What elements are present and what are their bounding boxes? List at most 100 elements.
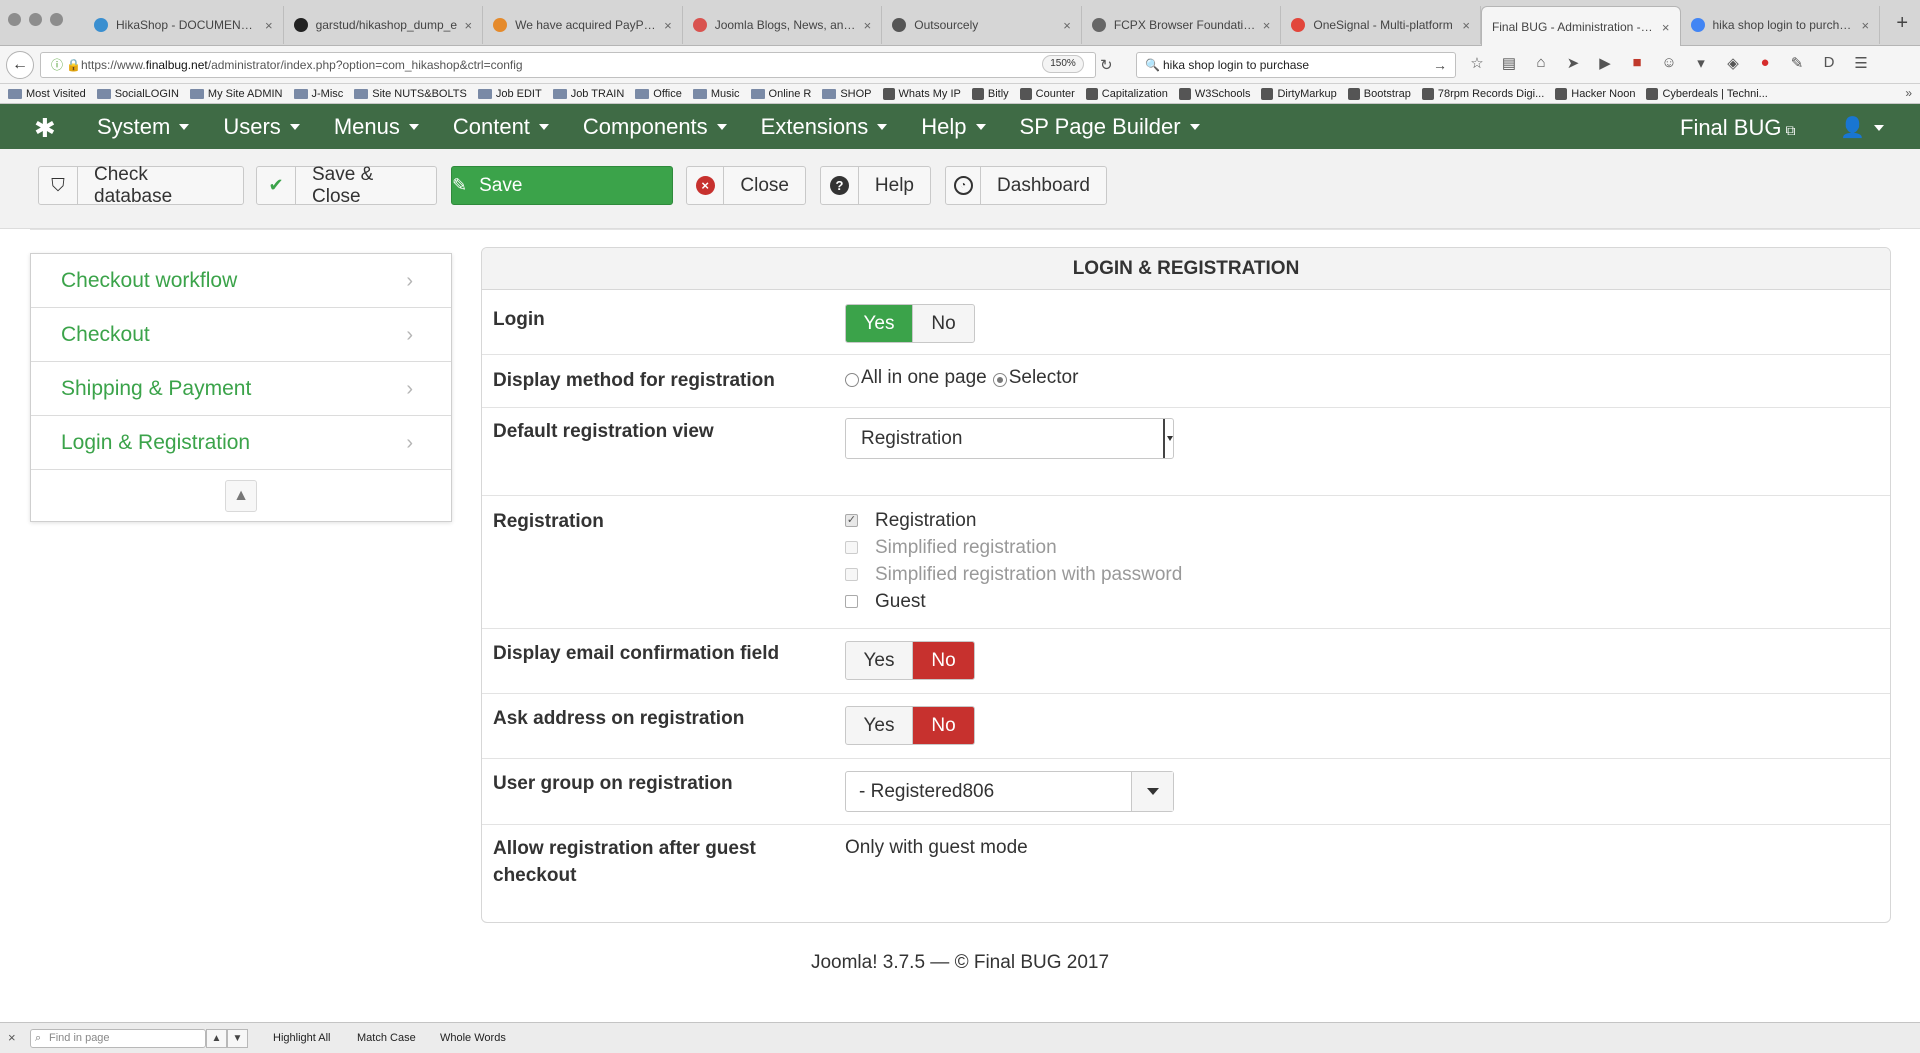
- highlight-all-option[interactable]: Highlight All: [273, 1032, 330, 1044]
- menu-help[interactable]: Help: [921, 114, 986, 140]
- menu-users[interactable]: Users: [223, 114, 300, 140]
- browser-tab[interactable]: Outsourcely ×: [882, 6, 1082, 44]
- close-window-button[interactable]: [8, 13, 21, 26]
- bookmark-item[interactable]: Job EDIT: [477, 88, 542, 100]
- tab-active[interactable]: Final BUG - Administration - Co ×: [1480, 6, 1681, 47]
- login-yes-button[interactable]: Yes: [846, 305, 913, 342]
- dropdown-arrow-icon[interactable]: [1131, 772, 1173, 811]
- send-icon[interactable]: ➤: [1564, 54, 1582, 72]
- menu-components[interactable]: Components: [583, 114, 727, 140]
- bookmark-item[interactable]: J-Misc: [293, 88, 343, 100]
- radio-selector[interactable]: [992, 373, 1007, 387]
- user-group-select[interactable]: - Registered806: [845, 771, 1174, 812]
- bookmark-item[interactable]: My Site ADMIN: [189, 88, 283, 100]
- sidebar-item-shipping-payment[interactable]: Shipping & Payment ›: [31, 362, 451, 416]
- tab-close-icon[interactable]: ×: [465, 18, 473, 33]
- browser-tab[interactable]: OneSignal - Multi-platform ×: [1281, 6, 1481, 44]
- email-confirm-no-button[interactable]: No: [913, 642, 974, 679]
- match-case-option[interactable]: Match Case: [357, 1032, 416, 1044]
- tab-close-icon[interactable]: ×: [1462, 18, 1470, 33]
- save-button[interactable]: ✎ Save: [451, 166, 673, 205]
- joomla-logo-icon[interactable]: ✱: [34, 113, 56, 144]
- sidebar-item-login-registration[interactable]: Login & Registration ›: [31, 416, 451, 470]
- bookmark-item[interactable]: Job TRAIN: [552, 88, 624, 100]
- tab-close-icon[interactable]: ×: [1861, 18, 1869, 33]
- collapse-sidebar-icon[interactable]: ▲: [225, 480, 257, 512]
- browser-tab[interactable]: We have acquired PayPlan ×: [483, 6, 683, 44]
- bookmark-item[interactable]: DirtyMarkup: [1261, 87, 1337, 100]
- bookmark-item[interactable]: Bitly: [971, 87, 1009, 100]
- ask-address-yes-button[interactable]: Yes: [846, 707, 913, 744]
- menu-sp-page-builder[interactable]: SP Page Builder: [1020, 114, 1200, 140]
- help-button[interactable]: ? Help: [820, 166, 931, 205]
- bookmark-item[interactable]: Office: [635, 88, 682, 100]
- bookmark-item[interactable]: Bootstrap: [1347, 87, 1411, 100]
- whole-words-option[interactable]: Whole Words: [440, 1032, 506, 1044]
- default-view-select[interactable]: Registration: [845, 418, 1174, 459]
- tab-close-icon[interactable]: ×: [265, 18, 273, 33]
- menu-content[interactable]: Content: [453, 114, 549, 140]
- bookmark-item[interactable]: 78rpm Records Digi...: [1421, 87, 1544, 100]
- sidebar-item-checkout-workflow[interactable]: Checkout workflow ›: [31, 254, 451, 308]
- url-bar[interactable]: ⓘ 🔒 https://www.finalbug.net/administrat…: [40, 52, 1096, 78]
- bookmark-star-icon[interactable]: ☆: [1468, 54, 1486, 72]
- menu-extensions[interactable]: Extensions: [761, 114, 888, 140]
- bookmark-item[interactable]: Site NUTS&BOLTS: [354, 88, 467, 100]
- hamburger-menu-icon[interactable]: ☰: [1852, 54, 1870, 72]
- login-no-button[interactable]: No: [913, 305, 974, 342]
- tab-close-icon[interactable]: ×: [664, 18, 672, 33]
- overflow-chevron-icon[interactable]: ▾: [1692, 54, 1710, 72]
- bookmark-item[interactable]: Capitalization: [1085, 87, 1168, 100]
- tab-close-icon[interactable]: ×: [864, 18, 872, 33]
- close-button[interactable]: × Close: [686, 166, 806, 205]
- browser-tab[interactable]: Joomla Blogs, News, and E ×: [683, 6, 883, 44]
- find-input[interactable]: ⌕ Find in page: [30, 1029, 206, 1048]
- extension-emoji-icon[interactable]: ☺: [1660, 54, 1678, 72]
- search-go-icon[interactable]: →: [1433, 53, 1447, 77]
- ask-address-no-button[interactable]: No: [913, 707, 974, 744]
- email-confirm-yes-button[interactable]: Yes: [846, 642, 913, 679]
- back-button[interactable]: ←: [6, 51, 34, 79]
- bookmark-item[interactable]: SHOP: [822, 88, 872, 100]
- tab-close-icon[interactable]: ×: [1063, 18, 1071, 33]
- bookmark-item[interactable]: Hacker Noon: [1555, 87, 1635, 100]
- bookmark-item[interactable]: Most Visited: [8, 88, 86, 100]
- bookmark-item[interactable]: Whats My IP: [882, 87, 961, 100]
- sidebar-item-checkout[interactable]: Checkout ›: [31, 308, 451, 362]
- tab-close-icon[interactable]: ×: [1662, 20, 1670, 35]
- menu-menus[interactable]: Menus: [334, 114, 419, 140]
- browser-tab[interactable]: HikaShop - DOCUMENTATI ×: [84, 6, 284, 44]
- dashlane-icon[interactable]: D: [1820, 54, 1838, 72]
- check-database-button[interactable]: ⛉ Check database: [38, 164, 244, 207]
- new-tab-button[interactable]: +: [1896, 12, 1908, 35]
- home-icon[interactable]: ⌂: [1532, 54, 1550, 72]
- bookmark-item[interactable]: W3Schools: [1178, 87, 1250, 100]
- tab-close-icon[interactable]: ×: [1263, 18, 1271, 33]
- zoom-indicator[interactable]: 150%: [1042, 55, 1084, 73]
- checkbox[interactable]: [845, 595, 858, 608]
- bookmarks-overflow-icon[interactable]: »: [1905, 86, 1912, 100]
- edit-icon[interactable]: ✎: [1788, 54, 1806, 72]
- user-menu[interactable]: 👤: [1840, 115, 1884, 140]
- youtube-icon[interactable]: ▶: [1596, 54, 1614, 72]
- extension-red-icon[interactable]: ■: [1628, 54, 1646, 72]
- minimize-window-button[interactable]: [29, 13, 42, 26]
- radio-all-in-one-page[interactable]: [845, 373, 859, 387]
- zoom-window-button[interactable]: [50, 13, 63, 26]
- find-previous-icon[interactable]: ▲: [206, 1029, 227, 1048]
- bookmark-item[interactable]: Online R: [750, 88, 811, 100]
- site-link[interactable]: Final BUG ⧉: [1680, 115, 1795, 141]
- pocket-icon[interactable]: ◈: [1724, 54, 1742, 72]
- search-bar[interactable]: 🔍 hika shop login to purchase →: [1136, 52, 1456, 78]
- bookmark-item[interactable]: Music: [692, 88, 740, 100]
- browser-tab[interactable]: garstud/hikashop_dump_e ×: [284, 6, 484, 44]
- save-close-button[interactable]: ✔ Save & Close: [256, 164, 437, 207]
- browser-tab[interactable]: hika shop login to purchase ×: [1681, 6, 1881, 44]
- dashboard-button[interactable]: ◔ Dashboard: [945, 166, 1107, 205]
- find-next-icon[interactable]: ▼: [227, 1029, 248, 1048]
- close-icon[interactable]: ×: [8, 1030, 16, 1045]
- reader-view-icon[interactable]: ▤: [1500, 54, 1518, 72]
- browser-tab[interactable]: FCPX Browser Foundation: ×: [1082, 6, 1282, 44]
- reload-icon[interactable]: ↻: [1100, 56, 1113, 74]
- bookmark-item[interactable]: Cyberdeals | Techni...: [1646, 87, 1768, 100]
